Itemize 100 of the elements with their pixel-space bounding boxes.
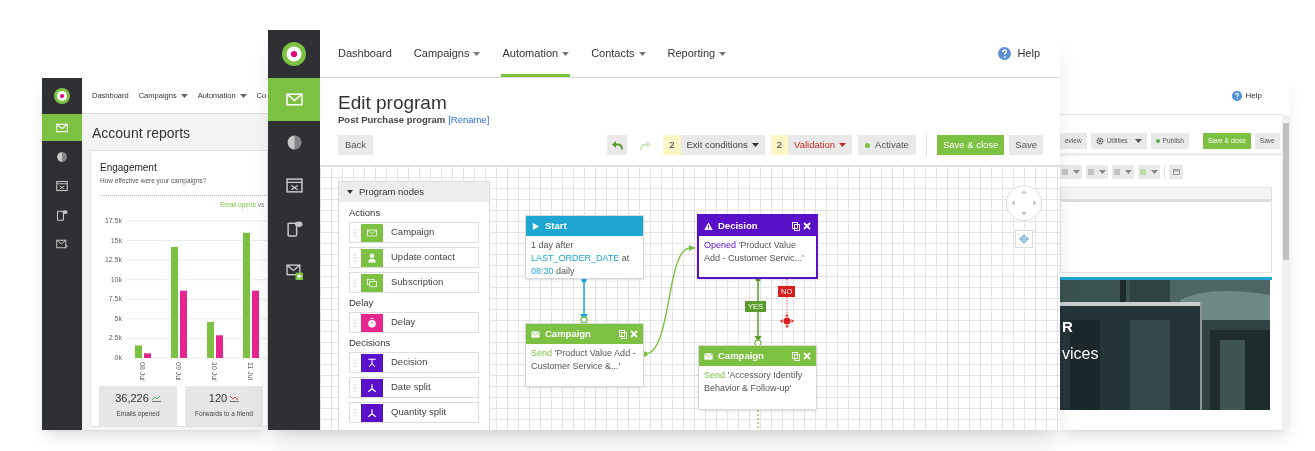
node-text: 1 day after LAST_ORDER_DATE at 08:30 daily — [530, 239, 631, 278]
caret-icon — [719, 51, 727, 56]
palette-item[interactable]: Decision — [349, 352, 479, 373]
palette-item-label: Subscription — [391, 275, 444, 290]
connector — [757, 409, 759, 430]
caret-icon — [1125, 170, 1132, 174]
bar — [180, 290, 187, 358]
warning-icon — [704, 221, 713, 231]
stat-value: 36,226 — [115, 391, 149, 405]
logo-icon[interactable] — [282, 42, 306, 66]
palette-item-label: Campaign — [391, 225, 435, 240]
envelope-icon — [366, 226, 378, 239]
help-icon[interactable] — [998, 47, 1012, 60]
copy-icon[interactable] — [792, 221, 800, 231]
toolbar-button[interactable] — [1169, 165, 1183, 179]
hero-text: vices — [1062, 344, 1099, 364]
envelope-plus-icon — [285, 263, 303, 280]
node-title: Decision — [718, 218, 758, 233]
caret-icon — [239, 93, 247, 98]
bar — [144, 352, 151, 358]
format-dropdown[interactable] — [1112, 165, 1134, 179]
back-button[interactable]: Back — [338, 135, 374, 155]
envelope-icon — [704, 351, 713, 361]
trend-up-icon — [151, 394, 161, 402]
center-button[interactable] — [1015, 230, 1033, 248]
validation-dropdown[interactable]: 2 Validation — [770, 135, 853, 155]
format-dropdown[interactable] — [1060, 165, 1082, 179]
node-title: Campaign — [718, 348, 764, 363]
stopwatch-icon — [366, 316, 378, 329]
palette-item-label: Date split — [391, 380, 431, 395]
nav-tab[interactable]: Contacts — [590, 30, 647, 77]
exit-conditions-dropdown[interactable]: 2 Exit conditions — [663, 135, 765, 155]
help-link[interactable]: Help — [1017, 45, 1040, 62]
caret-icon — [1134, 139, 1142, 143]
fork-icon — [366, 381, 378, 394]
status-dot-icon — [1155, 139, 1160, 143]
hero-text: R — [1062, 318, 1074, 336]
bar — [207, 321, 214, 358]
rename-link[interactable]: [Rename] — [448, 114, 490, 126]
palette-item-label: Decision — [391, 355, 428, 370]
palette-item[interactable]: Date split — [349, 377, 479, 398]
palette-item[interactable]: Subscription — [349, 272, 479, 293]
nav-tab[interactable]: Dashboard — [337, 30, 393, 77]
caret-icon — [1099, 170, 1106, 174]
bar — [216, 334, 223, 358]
status-dot-icon — [865, 142, 871, 148]
window-icon — [56, 179, 68, 192]
undo-icon — [611, 140, 623, 150]
save-button[interactable]: Save — [1009, 135, 1043, 155]
nav-tab[interactable]: Reporting — [666, 30, 728, 77]
scrollbar[interactable] — [1282, 115, 1290, 430]
palette-item-label: Delay — [391, 315, 416, 330]
list-icon — [1062, 169, 1068, 175]
format-dropdown[interactable] — [1086, 165, 1108, 179]
section-label: Decisions — [349, 337, 392, 349]
caret-icon — [562, 51, 570, 56]
page-title: Edit program — [338, 92, 448, 114]
palette-item[interactable]: Delay — [349, 312, 479, 333]
palette-item-label: Quantity split — [391, 405, 446, 420]
node-text: Opened 'Product Value Add - Customer Servic...' — [703, 239, 805, 265]
gear-icon — [1095, 137, 1104, 145]
phone-icon — [285, 220, 303, 237]
node-title: Start — [545, 218, 567, 233]
nav-tab[interactable]: Campaigns — [412, 30, 482, 77]
palette-header[interactable]: Program nodes — [339, 182, 489, 202]
caret-icon — [1151, 170, 1158, 174]
envelope-icon — [531, 329, 540, 339]
envelope-icon — [285, 91, 303, 108]
section-label: Actions — [349, 207, 382, 219]
help-link[interactable]: Help — [1245, 90, 1262, 102]
envelope-icon — [56, 237, 68, 250]
flow-node[interactable]: Decision Opened 'Product Value Add - Customer Servic...' — [697, 214, 818, 279]
caret-icon — [638, 51, 646, 56]
caret-icon — [751, 143, 759, 147]
logo-icon[interactable] — [54, 88, 70, 104]
redo-icon — [639, 140, 651, 150]
connector — [786, 278, 788, 315]
flow-node[interactable]: Start 1 day after LAST_ORDER_DATE at 08:30 daily — [525, 215, 644, 279]
window-icon — [285, 177, 303, 194]
list-icon — [1114, 169, 1120, 175]
fork-icon — [366, 356, 378, 369]
caret-icon — [1073, 170, 1080, 174]
list-icon — [1140, 169, 1146, 175]
format-dropdown[interactable] — [1138, 165, 1160, 179]
help-icon[interactable] — [1231, 91, 1242, 101]
activate-button[interactable]: Activate — [858, 135, 916, 155]
close-icon[interactable] — [803, 222, 811, 230]
caret-down-icon — [347, 189, 353, 195]
envelope-icon — [56, 121, 68, 134]
palette-item[interactable]: Quantity split — [349, 402, 479, 423]
caret-icon — [473, 51, 481, 56]
node-title: Campaign — [545, 326, 591, 341]
palette-item[interactable]: Update contact — [349, 247, 479, 268]
undo-button[interactable] — [607, 135, 628, 155]
nav-tab[interactable]: Automation — [501, 30, 571, 77]
caret-icon — [839, 143, 847, 147]
person-icon — [366, 251, 378, 264]
move-handle-icon[interactable] — [780, 314, 794, 328]
palette-item[interactable]: Campaign — [349, 222, 479, 243]
crosshair-icon — [1019, 234, 1029, 244]
